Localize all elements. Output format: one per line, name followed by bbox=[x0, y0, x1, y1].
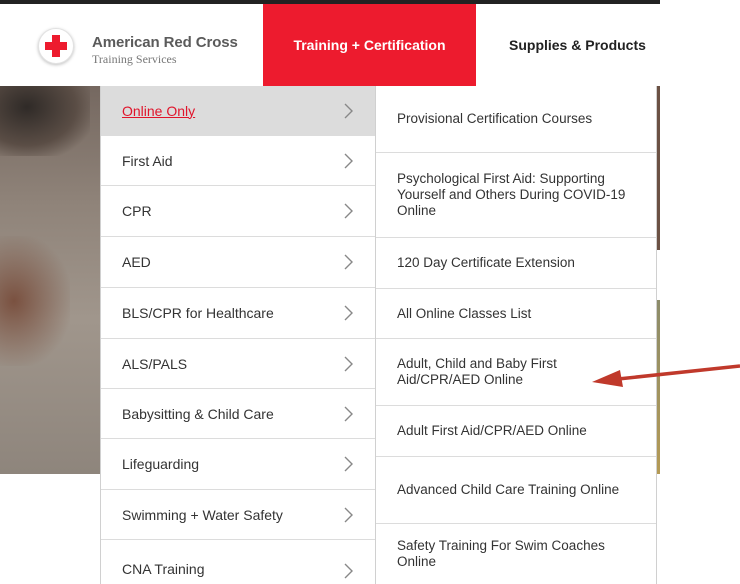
submenu-item[interactable]: All Online Classes List bbox=[376, 289, 656, 339]
menu-item-cpr[interactable]: CPR bbox=[101, 186, 376, 237]
menu-item-aed[interactable]: AED bbox=[101, 237, 376, 288]
menu-item-label: BLS/CPR for Healthcare bbox=[122, 305, 274, 321]
submenu-item-label: All Online Classes List bbox=[397, 305, 532, 321]
menu-item-als-pals[interactable]: ALS/PALS bbox=[101, 339, 376, 389]
nav-tab-training-certification[interactable]: Training + Certification bbox=[263, 4, 476, 86]
menu-item-label: CPR bbox=[122, 203, 152, 219]
chevron-right-icon bbox=[344, 203, 353, 219]
submenu-panel: Provisional Certification Courses Psycho… bbox=[375, 86, 657, 584]
chevron-right-icon bbox=[344, 356, 353, 371]
brand-subtitle: Training Services bbox=[92, 52, 177, 66]
submenu-item-label: Safety Training For Swim Coaches Online bbox=[397, 538, 605, 569]
menu-item-label: Lifeguarding bbox=[122, 456, 200, 472]
chevron-right-icon bbox=[344, 563, 353, 579]
submenu-item-label: Adult First Aid/CPR/AED Online bbox=[397, 423, 587, 438]
submenu-item[interactable]: Adult First Aid/CPR/AED Online bbox=[376, 406, 656, 457]
menu-item-label: Swimming + Water Safety bbox=[122, 506, 283, 523]
submenu-item[interactable]: 120 Day Certificate Extension bbox=[376, 238, 656, 289]
submenu-item[interactable]: Advanced Child Care Training Online bbox=[376, 457, 656, 524]
chevron-right-icon bbox=[344, 103, 353, 118]
menu-item-online-only[interactable]: Online Only bbox=[101, 86, 376, 136]
menu-item-label: Babysitting & Child Care bbox=[122, 405, 274, 422]
chevron-right-icon bbox=[344, 153, 353, 168]
submenu-item-label: 120 Day Certificate Extension bbox=[397, 255, 575, 270]
submenu-item[interactable]: Psychological First Aid: Supporting Your… bbox=[376, 153, 656, 238]
chevron-right-icon bbox=[344, 456, 353, 472]
menu-item-lifeguarding[interactable]: Lifeguarding bbox=[101, 439, 376, 490]
menu-item-label: First Aid bbox=[122, 152, 173, 169]
submenu-item[interactable]: Provisional Certification Courses bbox=[376, 86, 656, 153]
menu-item-label: ALS/PALS bbox=[122, 355, 188, 372]
nav-tab-supplies-products[interactable]: Supplies & Products bbox=[509, 37, 646, 53]
menu-item-cna-training[interactable]: CNA Training bbox=[101, 540, 376, 584]
menu-item-first-aid[interactable]: First Aid bbox=[101, 136, 376, 186]
submenu-item[interactable]: Safety Training For Swim Coaches Online bbox=[376, 524, 656, 584]
chevron-right-icon bbox=[344, 507, 353, 522]
menu-item-bls-cpr-healthcare[interactable]: BLS/CPR for Healthcare bbox=[101, 288, 376, 339]
background-photo bbox=[0, 86, 100, 474]
chevron-right-icon bbox=[344, 406, 353, 421]
chevron-right-icon bbox=[344, 305, 353, 321]
brand-name[interactable]: American Red Cross bbox=[92, 34, 238, 51]
menu-item-label: CNA Training bbox=[122, 561, 205, 577]
menu-item-label: AED bbox=[122, 254, 151, 270]
dropdown-menu: Online Only First Aid CPR AED BLS/CPR fo… bbox=[100, 86, 376, 584]
submenu-item-label: Psychological First Aid: Supporting Your… bbox=[397, 171, 626, 218]
menu-item-babysitting-child-care[interactable]: Babysitting & Child Care bbox=[101, 389, 376, 439]
chevron-right-icon bbox=[344, 254, 353, 270]
submenu-item-label: Provisional Certification Courses bbox=[397, 111, 593, 126]
menu-item-swimming-water-safety[interactable]: Swimming + Water Safety bbox=[101, 490, 376, 540]
submenu-item-label: Advanced Child Care Training Online bbox=[397, 482, 620, 497]
menu-item-label: Online Only bbox=[122, 102, 196, 119]
red-cross-icon[interactable] bbox=[38, 28, 74, 64]
arrow-left-icon bbox=[592, 364, 740, 387]
